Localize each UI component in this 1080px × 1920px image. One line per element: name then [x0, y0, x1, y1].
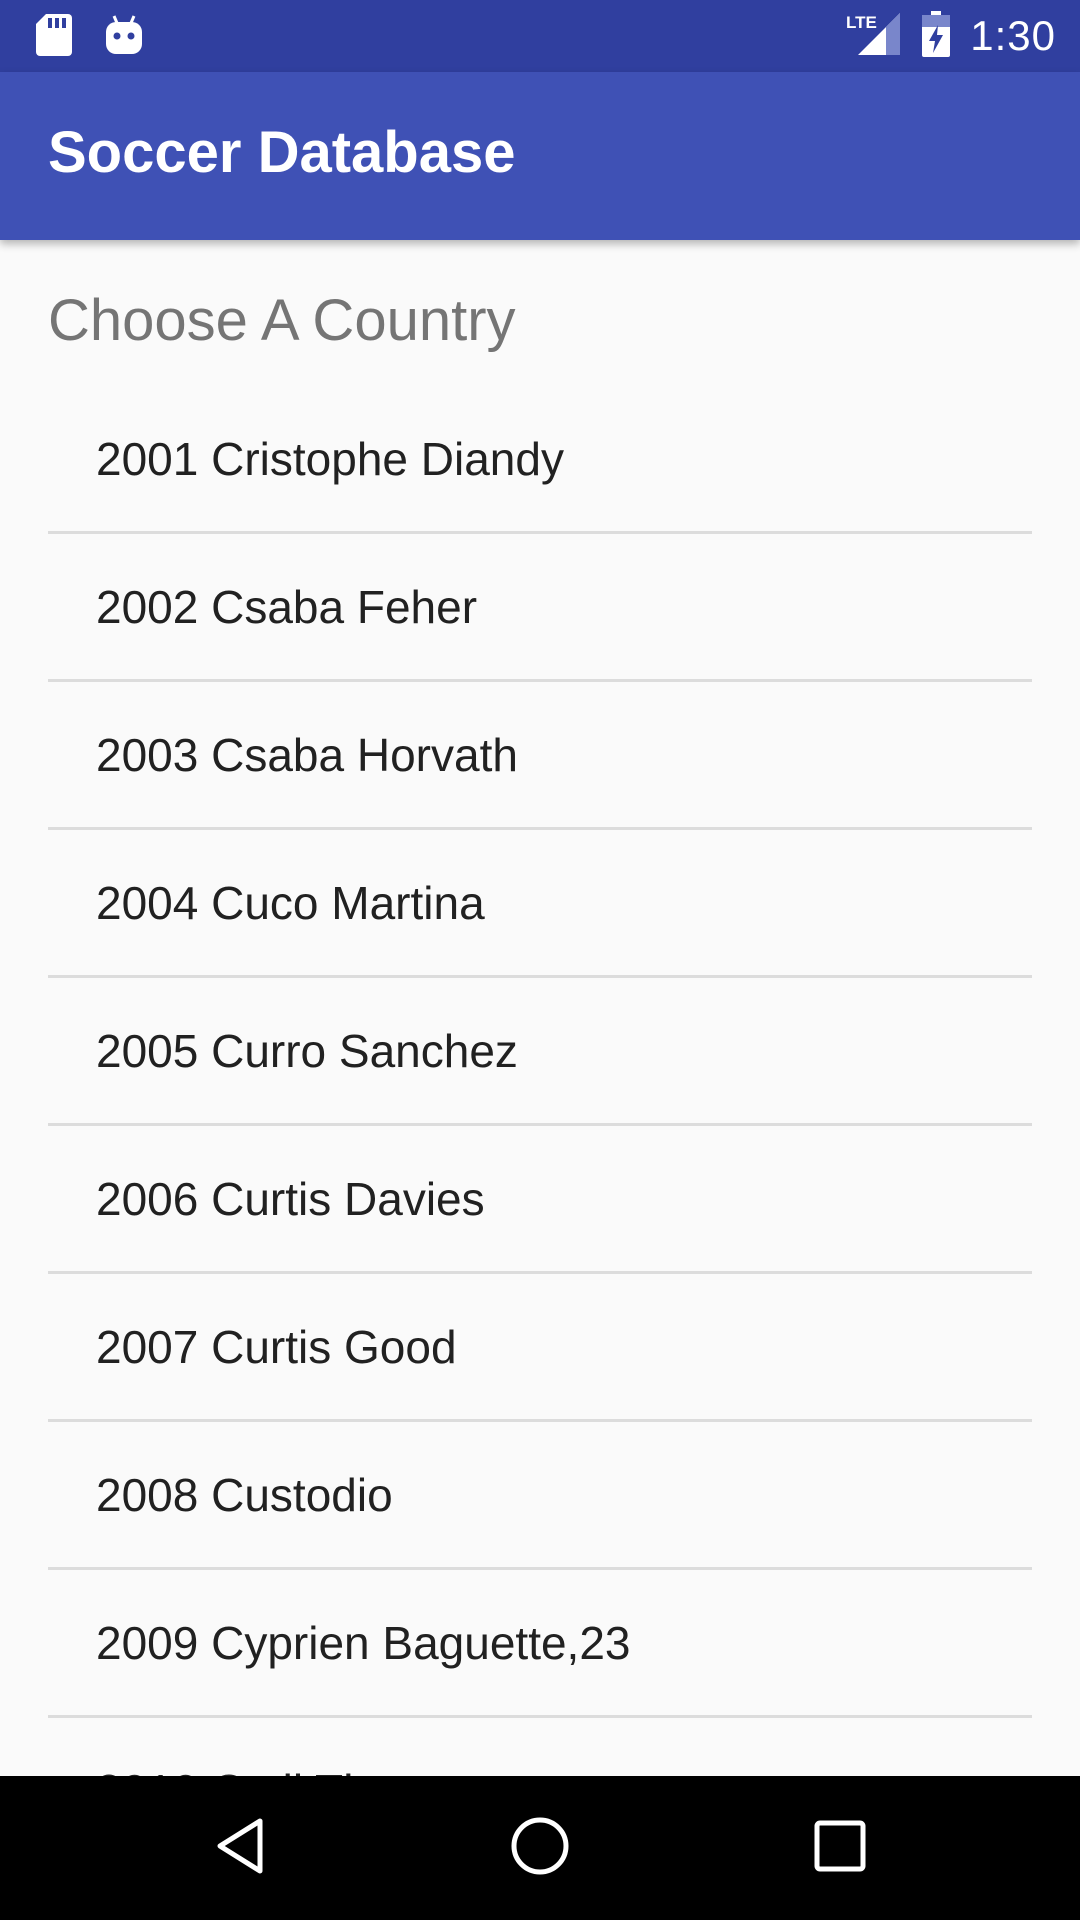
- list-item[interactable]: 2007 Curtis Good: [48, 1274, 1032, 1422]
- list-item-label: 2002 Csaba Feher: [96, 580, 478, 633]
- list-item[interactable]: 2004 Cuco Martina: [48, 830, 1032, 978]
- back-button[interactable]: [180, 1776, 300, 1920]
- home-button[interactable]: [480, 1776, 600, 1920]
- app-bar: Soccer Database: [0, 72, 1080, 240]
- list-item-label: 2004 Cuco Martina: [96, 876, 485, 929]
- list-item-label: 2001 Cristophe Diandy: [96, 432, 564, 485]
- system-icons: LTE 1:30: [846, 0, 1056, 72]
- list-item[interactable]: 2006 Curtis Davies: [48, 1126, 1032, 1274]
- navigation-bar: [0, 1776, 1080, 1920]
- list-item-label: 2003 Csaba Horvath: [96, 728, 518, 781]
- list-item[interactable]: 2003 Csaba Horvath: [48, 682, 1032, 830]
- section-heading: Choose A Country: [48, 288, 516, 353]
- player-list[interactable]: 2001 Cristophe Diandy 2002 Csaba Feher 2…: [48, 386, 1032, 1776]
- list-item-label: 2010 Cyril Thereau: [96, 1764, 486, 1777]
- list-item-label: 2007 Curtis Good: [96, 1320, 457, 1373]
- recents-icon: [814, 1820, 866, 1877]
- list-item-label: 2008 Custodio: [96, 1468, 393, 1521]
- sd-card-icon: [36, 14, 72, 61]
- list-item[interactable]: 2010 Cyril Thereau: [48, 1718, 1032, 1777]
- main-content[interactable]: Choose A Country 2001 Cristophe Diandy 2…: [0, 240, 1080, 1776]
- list-item-label: 2006 Curtis Davies: [96, 1172, 485, 1225]
- status-bar: LTE 1:30: [0, 0, 1080, 72]
- home-icon: [510, 1816, 570, 1881]
- android-debug-icon: [106, 14, 142, 61]
- list-item[interactable]: 2008 Custodio: [48, 1422, 1032, 1570]
- notification-icons: [36, 14, 142, 61]
- app-title: Soccer Database: [48, 120, 516, 185]
- list-item[interactable]: 2002 Csaba Feher: [48, 534, 1032, 682]
- back-icon: [214, 1817, 266, 1880]
- list-item[interactable]: 2009 Cyprien Baguette,23: [48, 1570, 1032, 1718]
- clock: 1:30: [970, 12, 1056, 59]
- battery-charging-icon: [922, 10, 951, 62]
- list-item[interactable]: 2005 Curro Sanchez: [48, 978, 1032, 1126]
- svg-text:LTE: LTE: [846, 13, 877, 32]
- list-item[interactable]: 2001 Cristophe Diandy: [48, 386, 1032, 534]
- recents-button[interactable]: [780, 1776, 900, 1920]
- list-item-label: 2009 Cyprien Baguette,23: [96, 1616, 631, 1669]
- lte-signal-icon: LTE: [846, 11, 902, 62]
- list-item-label: 2005 Curro Sanchez: [96, 1024, 518, 1077]
